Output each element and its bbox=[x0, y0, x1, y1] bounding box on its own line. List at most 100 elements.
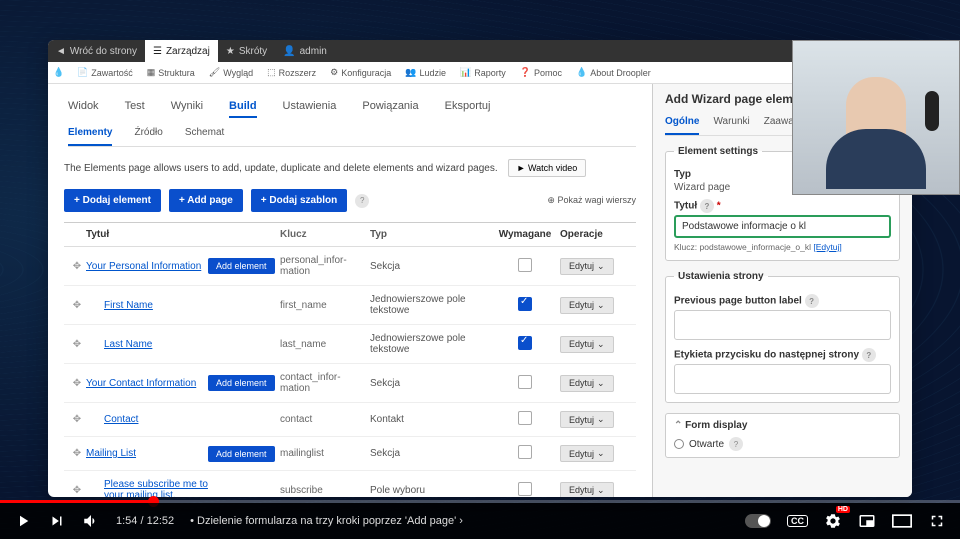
element-key: first_name bbox=[280, 300, 370, 311]
table-row: ✥Your Personal Information Add element per… bbox=[64, 247, 636, 286]
watch-video-button[interactable]: ► Watch video bbox=[508, 159, 587, 177]
element-key: personal_infor­mation bbox=[280, 255, 370, 277]
sidetab-conditions[interactable]: Warunki bbox=[713, 112, 749, 135]
chapter-title[interactable]: • Dzielenie formularza na trzy kroki pop… bbox=[190, 515, 463, 527]
tab-export[interactable]: Eksportuj bbox=[445, 96, 491, 118]
add-element-inline[interactable]: Add element bbox=[208, 258, 275, 274]
edit-button[interactable]: Edytuj ⌄ bbox=[560, 482, 614, 498]
next-label: Etykieta przycisku do następnej strony ? bbox=[674, 348, 891, 362]
required-checkbox[interactable] bbox=[518, 411, 532, 425]
show-weights-toggle[interactable]: ⊕ Pokaż wagi wierszy bbox=[547, 195, 636, 206]
drag-handle-icon[interactable]: ✥ bbox=[68, 378, 86, 389]
form-display-accordion[interactable]: ⌃ Form display Otwarte ? bbox=[665, 413, 900, 458]
drag-handle-icon[interactable]: ✥ bbox=[68, 485, 86, 496]
required-checkbox[interactable] bbox=[518, 336, 532, 350]
nav-config[interactable]: ⚙ Konfiguracja bbox=[323, 67, 398, 78]
sidetab-general[interactable]: Ogólne bbox=[665, 112, 699, 135]
nav-help[interactable]: ❓ Pomoc bbox=[513, 67, 569, 78]
title-input[interactable] bbox=[674, 215, 891, 238]
chevron-down-icon: ⌄ bbox=[597, 300, 605, 311]
edit-button[interactable]: Edytuj ⌄ bbox=[560, 411, 614, 428]
autoplay-toggle[interactable] bbox=[745, 514, 771, 528]
subtab-elements[interactable]: Elementy bbox=[68, 124, 112, 146]
element-key: contact_infor­mation bbox=[280, 372, 370, 394]
nav-content[interactable]: 📄 Zawartość bbox=[70, 67, 140, 78]
time-display: 1:54 / 12:52 bbox=[116, 515, 174, 527]
back-to-site[interactable]: ◄Wróć do strony bbox=[48, 40, 145, 62]
open-radio[interactable] bbox=[674, 439, 684, 449]
tab-references[interactable]: Powiązania bbox=[362, 96, 418, 118]
chevron-down-icon: ⌄ bbox=[597, 378, 605, 389]
help-icon[interactable]: ? bbox=[355, 194, 369, 208]
add-element-button[interactable]: + Dodaj element bbox=[64, 189, 161, 212]
add-element-inline[interactable]: Add element bbox=[208, 446, 275, 462]
element-title-link[interactable]: First Name bbox=[104, 300, 153, 311]
element-title-link[interactable]: Your Contact Information bbox=[86, 378, 196, 389]
settings-button[interactable]: HD bbox=[824, 512, 842, 530]
nav-people[interactable]: 👥 Ludzie bbox=[398, 67, 453, 78]
edit-button[interactable]: Edytuj ⌄ bbox=[560, 445, 614, 462]
element-type: Jednowierszowe pole tekstowe bbox=[370, 294, 490, 316]
tab-test[interactable]: Test bbox=[125, 96, 145, 118]
chevron-down-icon: ⌄ bbox=[597, 339, 605, 350]
edit-button[interactable]: Edytuj ⌄ bbox=[560, 375, 614, 392]
table-row: ✥Mailing ListAdd elementmailinglistSekcj… bbox=[64, 437, 636, 471]
add-template-button[interactable]: + Dodaj szablon bbox=[251, 189, 347, 212]
miniplayer-button[interactable] bbox=[858, 512, 876, 530]
table-row: ✥ContactcontactKontaktEdytuj ⌄ bbox=[64, 403, 636, 437]
drag-handle-icon[interactable]: ✥ bbox=[68, 261, 86, 272]
element-type: Sekcja bbox=[370, 378, 490, 389]
required-checkbox[interactable] bbox=[518, 258, 532, 272]
play-button[interactable] bbox=[14, 512, 32, 530]
tab-view[interactable]: Widok bbox=[68, 96, 99, 118]
add-element-inline[interactable]: Add element bbox=[208, 375, 275, 391]
nav-structure[interactable]: ▦ Struktura bbox=[140, 67, 202, 78]
prev-button-input[interactable] bbox=[674, 310, 891, 340]
edit-button[interactable]: Edytuj ⌄ bbox=[560, 336, 614, 353]
element-title-link[interactable]: Last Name bbox=[104, 339, 152, 350]
edit-button[interactable]: Edytuj ⌄ bbox=[560, 297, 614, 314]
page-tabs: Widok Test Wyniki Build Ustawienia Powią… bbox=[68, 96, 636, 118]
user-tab[interactable]: 👤admin bbox=[275, 40, 335, 62]
volume-button[interactable] bbox=[82, 512, 100, 530]
edit-button[interactable]: Edytuj ⌄ bbox=[560, 258, 614, 275]
add-page-button[interactable]: + Add page bbox=[169, 189, 243, 212]
fullscreen-button[interactable] bbox=[928, 512, 946, 530]
tab-settings[interactable]: Ustawienia bbox=[283, 96, 337, 118]
col-ops: Operacje bbox=[560, 229, 632, 240]
col-type: Typ bbox=[370, 229, 490, 240]
element-title-link[interactable]: Contact bbox=[104, 414, 138, 425]
captions-button[interactable]: CC bbox=[787, 515, 808, 527]
table-row: ✥Last Namelast_nameJednowierszowe pole t… bbox=[64, 325, 636, 364]
shortcuts-tab[interactable]: ★Skróty bbox=[218, 40, 275, 62]
required-checkbox[interactable] bbox=[518, 375, 532, 389]
drag-handle-icon[interactable]: ✥ bbox=[68, 448, 86, 459]
manage-tab[interactable]: ☰Zarządzaj bbox=[145, 40, 218, 62]
required-checkbox[interactable] bbox=[518, 445, 532, 459]
element-title-link[interactable]: Mailing List bbox=[86, 448, 136, 459]
key-hint: Klucz: podstawowe_informacje_o_kl [Edytu… bbox=[674, 242, 891, 252]
required-checkbox[interactable] bbox=[518, 482, 532, 496]
theater-button[interactable] bbox=[892, 514, 912, 528]
element-title-link[interactable]: Your Personal Information bbox=[86, 261, 201, 272]
table-row: ✥Your Contact Information Add element cont… bbox=[64, 364, 636, 403]
tab-results[interactable]: Wyniki bbox=[171, 96, 203, 118]
chevron-down-icon: ⌄ bbox=[597, 261, 605, 272]
element-key: mailinglist bbox=[280, 448, 370, 459]
nav-extend[interactable]: ⬚ Rozszerz bbox=[260, 67, 323, 78]
drag-handle-icon[interactable]: ✥ bbox=[68, 414, 86, 425]
subtab-source[interactable]: Źródło bbox=[134, 124, 162, 146]
drag-handle-icon[interactable]: ✥ bbox=[68, 300, 86, 311]
nav-reports[interactable]: 📊 Raporty bbox=[453, 67, 513, 78]
drag-handle-icon[interactable]: ✥ bbox=[68, 339, 86, 350]
subtab-schema[interactable]: Schemat bbox=[185, 124, 224, 146]
edit-key-link[interactable]: [Edytuj] bbox=[813, 242, 841, 252]
tab-build[interactable]: Build bbox=[229, 96, 257, 118]
chevron-down-icon: ⌄ bbox=[597, 485, 605, 496]
nav-about[interactable]: 💧 About Droopler bbox=[569, 67, 658, 78]
nav-appearance[interactable]: 🖌 Wygląd bbox=[202, 67, 260, 78]
next-button-input[interactable] bbox=[674, 364, 891, 394]
element-title-link[interactable]: Please subscribe me to your mailing list… bbox=[104, 479, 208, 497]
required-checkbox[interactable] bbox=[518, 297, 532, 311]
next-button[interactable] bbox=[48, 512, 66, 530]
